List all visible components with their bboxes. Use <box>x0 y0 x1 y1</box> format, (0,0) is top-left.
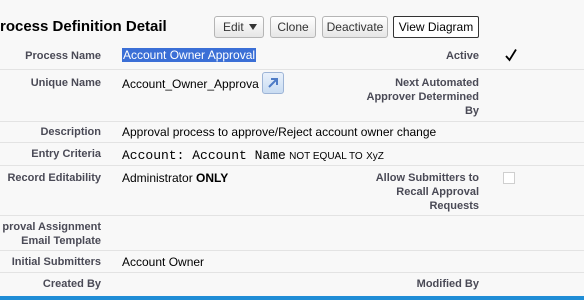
record-editability-value: Administrator ONLY <box>122 171 228 185</box>
row-divider <box>0 215 584 216</box>
external-link-icon[interactable] <box>262 72 284 94</box>
allow-recall-label-line1: Allow Submitters to <box>375 172 479 184</box>
process-name-text: Account Owner Approval <box>122 48 257 62</box>
checkmark-icon <box>504 48 518 66</box>
unique-name-value: Account_Owner_Approva <box>122 77 259 91</box>
row-divider <box>0 142 584 143</box>
next-approver-label-line3: By <box>464 105 479 117</box>
process-name-label: Process Name <box>25 50 101 62</box>
row-divider <box>0 272 584 273</box>
entry-criteria-value: Account: Account Name NOT EQUAL TO XyZ <box>122 148 384 164</box>
process-name-value: Account Owner Approval <box>122 48 257 62</box>
row-divider <box>0 69 584 70</box>
chevron-down-icon[interactable] <box>249 24 257 30</box>
deactivate-button[interactable]: Deactivate <box>322 16 388 38</box>
initial-submitters-value: Account Owner <box>122 255 205 269</box>
allow-recall-label-line2: Recall Approval <box>396 186 479 198</box>
accent-bar <box>0 296 584 300</box>
description-label: Description <box>40 126 101 138</box>
row-divider <box>0 165 584 166</box>
approval-template-label-line1: proval Assignment <box>2 221 101 233</box>
edit-button-label: Edit <box>223 20 244 34</box>
unique-name-label: Unique Name <box>30 77 101 89</box>
entry-criteria-field: Account: Account Name <box>122 148 286 163</box>
process-definition-detail-panel: rocess Definition Detail Edit Clone Deac… <box>0 0 584 300</box>
allow-recall-checkbox <box>503 172 515 184</box>
entry-criteria-operator: NOT EQUAL TO <box>289 151 363 162</box>
next-approver-label-line2: Approver Determined <box>366 91 479 103</box>
description-value: Approval process to approve/Reject accou… <box>122 125 437 139</box>
entry-criteria-label: Entry Criteria <box>31 148 101 160</box>
edit-button[interactable]: Edit <box>214 16 264 38</box>
created-by-label: Created By <box>42 278 101 290</box>
next-approver-label-line1: Next Automated <box>395 77 479 89</box>
record-editability-bold: ONLY <box>196 171 229 185</box>
initial-submitters-label: Initial Submitters <box>11 256 101 268</box>
approval-template-label-line2: Email Template <box>21 235 101 247</box>
clone-button[interactable]: Clone <box>270 16 316 38</box>
row-divider <box>0 250 584 251</box>
record-editability-prefix: Administrator <box>122 171 193 185</box>
allow-recall-label-line3: Requests <box>429 200 479 212</box>
page-title: rocess Definition Detail <box>0 18 167 35</box>
active-label: Active <box>445 50 479 62</box>
entry-criteria-value-text: XyZ <box>366 151 384 162</box>
view-diagram-button[interactable]: View Diagram <box>393 16 479 38</box>
row-divider <box>0 121 584 122</box>
modified-by-label: Modified By <box>416 278 479 290</box>
record-editability-label: Record Editability <box>7 172 101 184</box>
